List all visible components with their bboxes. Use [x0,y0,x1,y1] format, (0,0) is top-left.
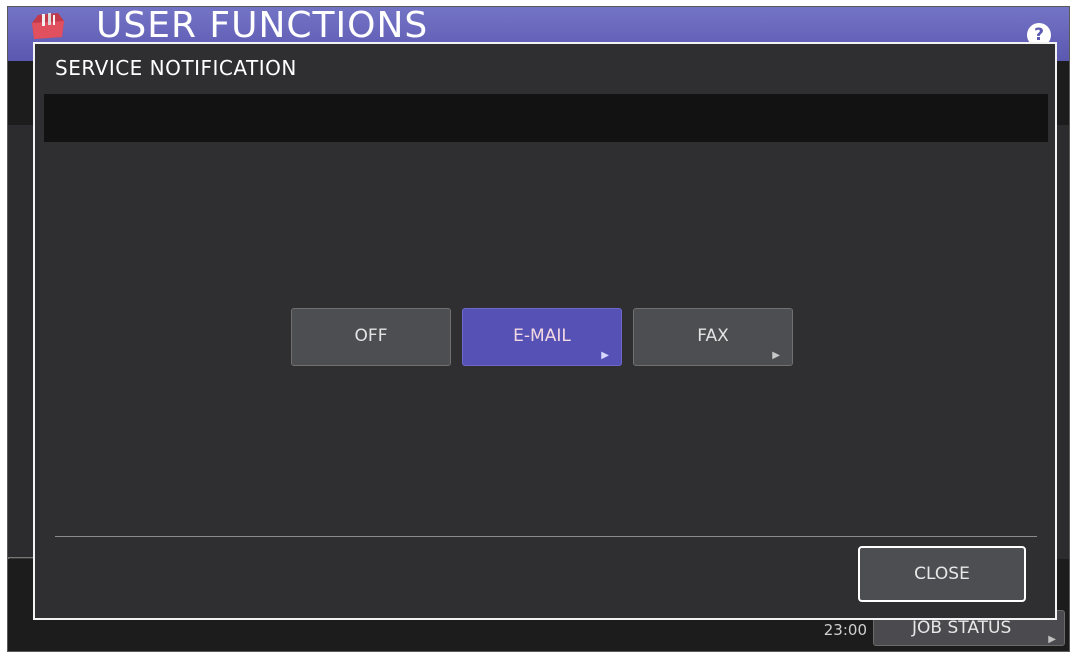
job-status-label: JOB STATUS [912,618,1012,638]
triangle-right-icon: ▶ [1048,634,1056,645]
option-label: E-MAIL [513,326,571,346]
time-text: 23:00 [823,621,867,639]
triangle-right-icon: ▶ [772,350,780,361]
option-off-button[interactable]: OFF [291,308,451,366]
option-label: OFF [354,326,388,346]
triangle-right-icon: ▶ [601,350,609,361]
service-notification-dialog: SERVICE NOTIFICATION OFF E-MAIL ▶ FAX ▶ … [33,42,1057,620]
close-button[interactable]: CLOSE [858,546,1026,602]
dialog-title: SERVICE NOTIFICATION [55,56,297,80]
app-title: USER FUNCTIONS [96,6,429,46]
divider [55,536,1037,537]
toolbox-icon [32,13,64,39]
option-email-button[interactable]: E-MAIL ▶ [462,308,622,366]
option-fax-button[interactable]: FAX ▶ [633,308,793,366]
option-label: FAX [697,326,729,346]
dialog-message-bar [44,94,1048,142]
